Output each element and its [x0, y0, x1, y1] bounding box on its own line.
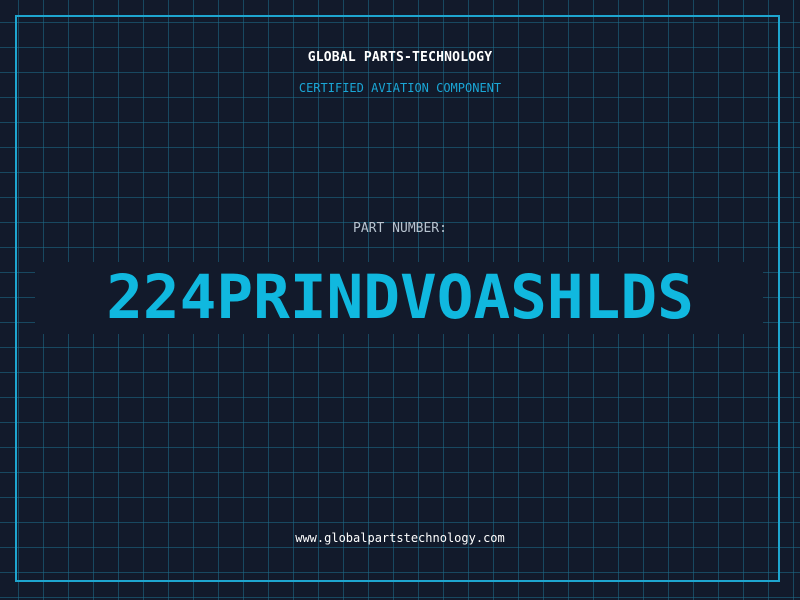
part-number-label: PART NUMBER:	[353, 221, 447, 236]
part-number-value: 224PRINDVOASHLDS	[106, 262, 694, 333]
company-name: GLOBAL PARTS-TECHNOLOGY	[307, 50, 493, 65]
part-card: GLOBAL PARTS-TECHNOLOGY CERTIFIED AVIATI…	[0, 0, 800, 600]
certification-subtitle: CERTIFIED AVIATION COMPONENT	[298, 81, 502, 95]
website-url: www.globalpartstechnology.com	[295, 531, 505, 545]
